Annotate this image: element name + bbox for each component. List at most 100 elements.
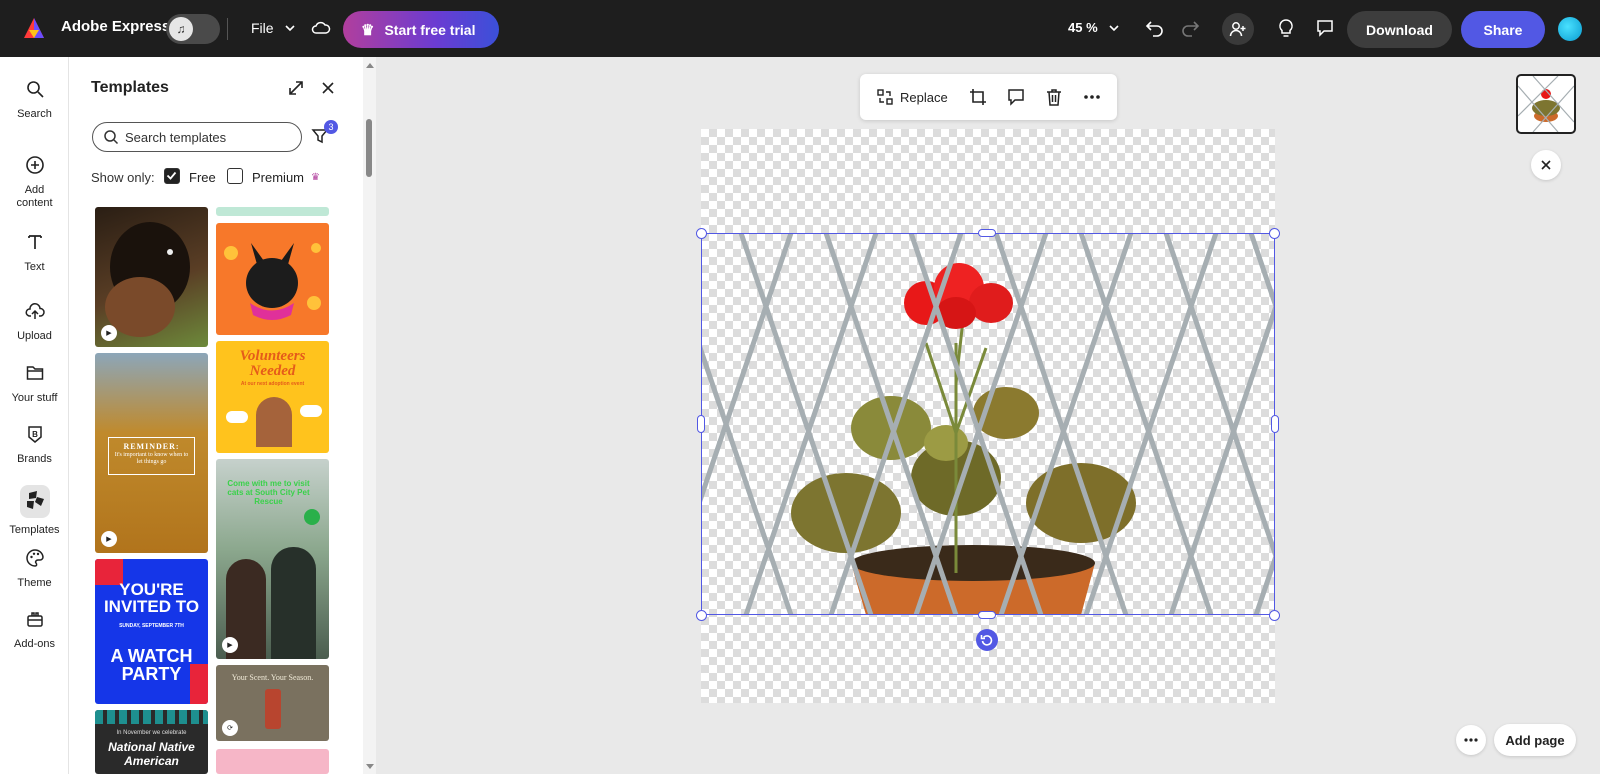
app-name: Adobe Express — [61, 18, 171, 35]
search-placeholder: Search templates — [125, 129, 227, 145]
more-options-button[interactable] — [1082, 86, 1102, 108]
template-volunteers-sub: At our next adoption event — [240, 381, 305, 387]
comment-icon[interactable] — [1313, 16, 1337, 40]
resize-handle-bottom-left[interactable] — [696, 610, 707, 621]
close-icon[interactable] — [319, 79, 337, 97]
template-invited-line2: A WATCH PARTY — [110, 646, 193, 684]
template-native-line2: National Native American — [108, 740, 195, 768]
rail-label: Upload — [17, 330, 52, 342]
rail-item-add-content[interactable]: Add content — [0, 155, 69, 210]
resize-handle-bottom-right[interactable] — [1269, 610, 1280, 621]
undo-icon[interactable] — [1143, 16, 1167, 40]
share-button[interactable]: Share — [1461, 11, 1545, 48]
rail-item-upload[interactable]: Upload — [0, 301, 69, 342]
rail-label: Theme — [17, 577, 52, 589]
zoom-chevron-down-icon[interactable] — [1108, 22, 1120, 34]
template-volunteers-title: Volunteers Needed — [239, 348, 306, 379]
rotate-handle[interactable] — [976, 629, 998, 651]
crop-icon — [970, 89, 986, 105]
resize-handle-bottom[interactable] — [978, 611, 996, 619]
template-grid: ▶ REMINDER: It's important to know when … — [95, 207, 335, 774]
rail-label: Templates — [9, 524, 60, 536]
plus-circle-icon — [25, 155, 45, 178]
resize-handle-left[interactable] — [697, 415, 705, 433]
replace-icon — [877, 89, 893, 105]
download-button[interactable]: Download — [1347, 11, 1452, 48]
rail-label: Add-ons — [14, 638, 55, 650]
left-rail: Search Add content Text Upload Your stuf… — [0, 57, 69, 774]
text-icon — [25, 232, 45, 255]
lightbulb-icon[interactable] — [1274, 16, 1298, 40]
free-checkbox[interactable] — [164, 168, 180, 184]
rail-label: Search — [17, 108, 52, 120]
upload-icon — [25, 301, 45, 324]
zoom-level[interactable]: 45 % — [1068, 20, 1098, 35]
template-native-line1: In November we celebrate — [116, 730, 187, 736]
play-icon: ▶ — [101, 531, 117, 547]
trash-icon — [1047, 89, 1061, 106]
redo-icon[interactable] — [1178, 16, 1202, 40]
expand-icon[interactable] — [287, 79, 305, 97]
page-thumbnail[interactable] — [1516, 74, 1576, 134]
music-icon: ♫ — [169, 17, 193, 41]
template-card-scent[interactable]: Your Scent. Your Season. ⟳ — [216, 665, 329, 741]
rail-item-your-stuff[interactable]: Your stuff — [0, 363, 69, 404]
context-toolbar: Replace — [860, 74, 1117, 120]
template-card-reminder[interactable]: REMINDER: It's important to know when to… — [95, 353, 208, 553]
template-card-volunteers[interactable]: Volunteers Needed At our next adoption e… — [216, 341, 329, 453]
search-templates-input[interactable]: Search templates — [92, 122, 302, 152]
french-bulldog-image — [224, 243, 321, 320]
checkmark-icon — [166, 171, 177, 180]
template-invited-date: SUNDAY, SEPTEMBER 7TH — [119, 623, 184, 629]
scroll-down-icon[interactable] — [365, 763, 375, 771]
resize-handle-top-left[interactable] — [696, 228, 707, 239]
template-cats-title: Come with me to visit cats at South City… — [227, 479, 310, 506]
divider — [227, 18, 228, 40]
replace-button[interactable]: Replace — [876, 86, 948, 108]
chevron-down-icon[interactable] — [284, 22, 296, 34]
rail-label: Add content — [16, 184, 53, 209]
template-card-watch-party[interactable]: YOU'RE INVITED TO SUNDAY, SEPTEMBER 7TH … — [95, 559, 208, 704]
cloud-icon[interactable] — [311, 20, 331, 36]
scroll-up-icon[interactable] — [365, 61, 375, 69]
user-avatar[interactable] — [1558, 17, 1582, 41]
premium-label: Premium — [252, 170, 305, 185]
play-icon: ▶ — [101, 325, 117, 341]
adobe-express-logo-icon[interactable] — [22, 16, 46, 40]
rail-item-theme[interactable]: Theme — [0, 548, 69, 589]
template-reminder-title: REMINDER: — [123, 442, 180, 451]
rail-item-text[interactable]: Text — [0, 232, 69, 273]
rotate-icon — [980, 635, 993, 646]
add-page-button[interactable]: Add page — [1494, 724, 1576, 756]
panel-scroll-thumb[interactable] — [366, 119, 372, 177]
template-card-cats[interactable]: Come with me to visit cats at South City… — [216, 459, 329, 659]
add-user-icon — [1229, 22, 1246, 37]
comment-button[interactable] — [1006, 86, 1026, 108]
invite-user-button[interactable] — [1222, 13, 1254, 45]
comment-icon — [1008, 89, 1024, 106]
template-card-partial-pink[interactable] — [216, 749, 329, 774]
resize-handle-top-right[interactable] — [1269, 228, 1280, 239]
show-only-label: Show only: — [91, 170, 155, 185]
start-free-trial-button[interactable]: ♛ Start free trial — [343, 11, 499, 48]
page-more-options-button[interactable] — [1456, 725, 1486, 755]
close-thumbnail-button[interactable] — [1531, 150, 1561, 180]
template-card-partial[interactable] — [216, 207, 329, 216]
resize-handle-top[interactable] — [978, 229, 996, 237]
rail-item-add-ons[interactable]: Add-ons — [0, 609, 69, 650]
rail-item-brands[interactable]: B Brands — [0, 424, 69, 465]
rail-item-templates[interactable]: Templates — [0, 485, 69, 536]
premium-checkbox[interactable] — [227, 168, 243, 184]
rail-item-search[interactable]: Search — [0, 79, 69, 120]
mode-toggle[interactable]: ♫ — [166, 14, 220, 44]
template-card-native-american[interactable]: In November we celebrate National Native… — [95, 710, 208, 774]
template-card-french-bulldog[interactable] — [216, 223, 329, 335]
template-scent-title: Your Scent. Your Season. — [231, 673, 314, 682]
template-card-puppy[interactable]: ▶ — [95, 207, 208, 347]
addons-icon — [25, 609, 45, 632]
premium-crown-icon: ♛ — [311, 172, 320, 183]
crop-button[interactable] — [968, 86, 988, 108]
file-menu[interactable]: File — [251, 20, 274, 36]
resize-handle-right[interactable] — [1271, 415, 1279, 433]
delete-button[interactable] — [1044, 86, 1064, 108]
